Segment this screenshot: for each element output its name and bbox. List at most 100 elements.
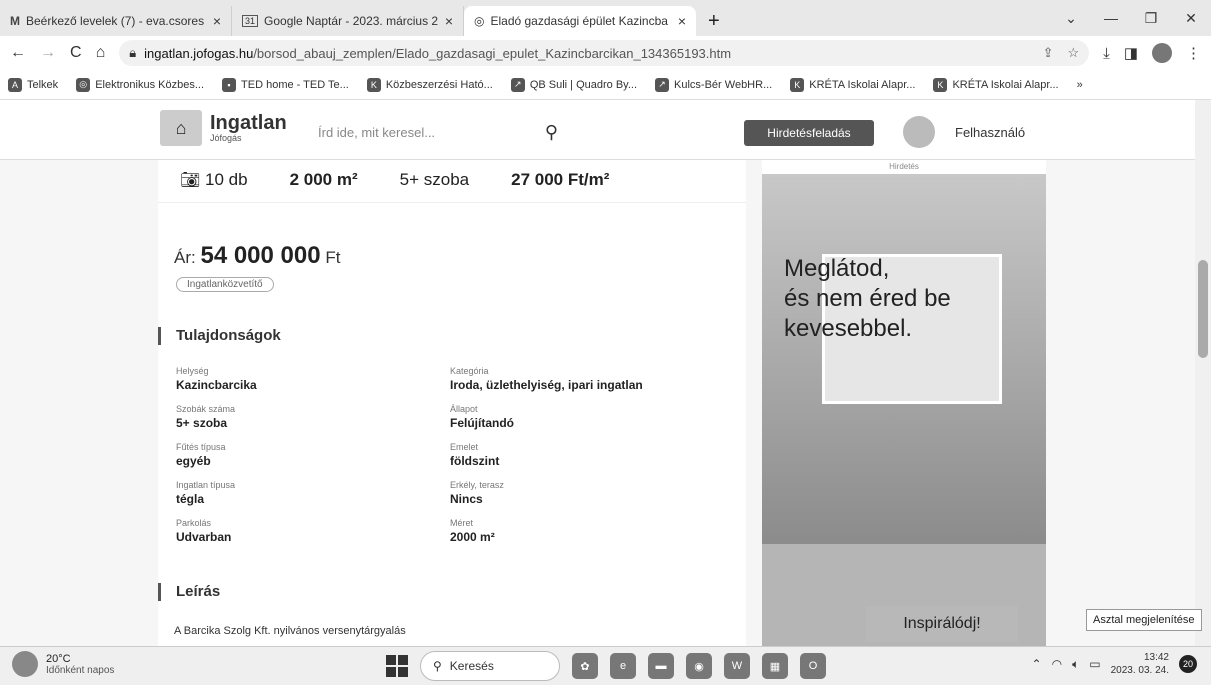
property-item: Szobák száma 5+ szoba: [176, 404, 236, 430]
bookmark-icon: K: [790, 77, 805, 92]
chevron-down-icon[interactable]: ⌄: [1051, 10, 1091, 27]
file-explorer-icon[interactable]: ▬: [648, 653, 674, 679]
page-content: ⌂ Ingatlan Jófogás Írd ide, mit keresel.…: [0, 100, 1211, 646]
weather-icon: [12, 651, 38, 677]
restore-button[interactable]: ❐: [1131, 10, 1171, 27]
description-text: A Barcika Szolg Kft. nyilvános versenytá…: [174, 625, 406, 637]
bookmark-icon: ▪: [222, 77, 237, 92]
window-controls: ⌄ — ❐ ✕: [1051, 0, 1211, 36]
back-icon[interactable]: ←: [10, 44, 26, 62]
listing-panel: 📷︎ 10 db 2 000 m² 5+ szoba 27 000 Ft/m² …: [158, 160, 746, 646]
site-logo[interactable]: ⌂ Ingatlan Jófogás: [160, 110, 287, 146]
bookmark-item[interactable]: ▪ TED home - TED Te...: [222, 77, 349, 92]
temperature: 20°C: [46, 652, 71, 665]
wifi-icon[interactable]: ◠: [1052, 657, 1062, 671]
property-item: Emelet földszint: [450, 442, 500, 468]
close-icon[interactable]: ×: [678, 13, 686, 29]
site-icon: ◎: [474, 14, 485, 28]
close-icon[interactable]: ×: [445, 13, 453, 29]
site-search[interactable]: Írd ide, mit keresel... ⚲: [318, 118, 558, 146]
clock[interactable]: 13:42 2023. 03. 24.: [1111, 651, 1169, 677]
tab-title: Eladó gazdasági épület Kazincba: [490, 14, 668, 28]
new-tab-button[interactable]: +: [696, 6, 732, 36]
taskbar-center: ⚲ Keresés ✿ e ▬ ◉ W ▦ O: [386, 651, 826, 681]
tab-title: Google Naptár - 2023. március 2: [264, 14, 439, 28]
price-currency: Ft: [325, 248, 341, 267]
address-bar: ← → C ⌂ 🔒︎ ingatlan.jofogas.hu/borsod_ab…: [0, 36, 1211, 70]
bookmark-icon: K: [933, 77, 948, 92]
property-item: Méret 2000 m²: [450, 518, 495, 544]
photo-count[interactable]: 📷︎ 10 db: [180, 170, 248, 190]
property-item: Erkély, terasz Nincs: [450, 480, 504, 506]
page-scrollbar[interactable]: [1195, 100, 1211, 646]
property-item: Kategória Iroda, üzlethelyiség, ipari ing…: [450, 366, 643, 392]
edge-icon[interactable]: e: [610, 653, 636, 679]
bookmark-icon: ↗: [655, 77, 670, 92]
bookmark-item[interactable]: A Telkek: [8, 77, 58, 92]
url-field[interactable]: 🔒︎ ingatlan.jofogas.hu/borsod_abauj_zemp…: [119, 40, 1090, 66]
area-stat: 2 000 m²: [289, 170, 358, 189]
weather-widget[interactable]: 20°C Időnként napos: [12, 651, 114, 677]
notification-badge[interactable]: 20: [1179, 655, 1197, 673]
star-icon[interactable]: ☆: [1068, 45, 1080, 61]
user-avatar: [903, 116, 935, 148]
property-item: Parkolás Udvarban: [176, 518, 232, 544]
url-host: ingatlan.jofogas.hu: [144, 45, 254, 61]
share-icon[interactable]: ⇪: [1043, 45, 1054, 61]
agent-badge: Ingatlanközvetítő: [176, 277, 274, 292]
system-tray: ⌃ ◠ 🔈︎ ▭ 13:42 2023. 03. 24. 20: [1032, 651, 1197, 677]
listing-stats: 📷︎ 10 db 2 000 m² 5+ szoba 27 000 Ft/m²: [158, 160, 746, 203]
bookmark-item[interactable]: ◎ Elektronikus Közbes...: [76, 77, 204, 92]
profile-avatar[interactable]: [1152, 43, 1172, 63]
chrome-icon[interactable]: ◉: [686, 653, 712, 679]
sidepanel-icon[interactable]: ◨: [1124, 44, 1138, 62]
widgets-icon[interactable]: ✿: [572, 653, 598, 679]
tab-gmail[interactable]: M Beérkező levelek (7) - eva.csores ×: [0, 6, 232, 36]
post-ad-button[interactable]: Hirdetésfeladás: [744, 120, 874, 146]
browser-tools: ⤓ ◨ ⋮: [1103, 43, 1201, 63]
gmail-icon: M: [10, 14, 20, 28]
bookmark-item[interactable]: ↗ QB Suli | Quadro By...: [510, 77, 637, 92]
camera-icon: 📷︎: [180, 172, 201, 189]
properties-title: Tulajdonságok: [158, 327, 281, 345]
search-icon[interactable]: ⚲: [545, 122, 558, 143]
minimize-button[interactable]: —: [1091, 10, 1131, 26]
lock-icon[interactable]: 🔒︎: [129, 45, 136, 61]
description-title: Leírás: [158, 583, 220, 601]
battery-icon[interactable]: ▭: [1089, 657, 1100, 671]
bookmark-item[interactable]: ↗ Kulcs-Bér WebHR...: [655, 77, 772, 92]
ad-headline: Meglátod, és nem éred be kevesebbel.: [784, 255, 951, 342]
search-input[interactable]: Írd ide, mit keresel...: [318, 125, 537, 140]
forward-icon[interactable]: →: [40, 44, 56, 62]
reload-icon[interactable]: C: [70, 44, 82, 62]
tab-calendar[interactable]: 31 Google Naptár - 2023. március 2 ×: [232, 6, 464, 36]
scrollbar-thumb[interactable]: [1198, 260, 1208, 358]
bookmark-item[interactable]: K KRÉTA Iskolai Alapr...: [790, 77, 915, 92]
chevron-up-icon[interactable]: ⌃: [1032, 657, 1042, 671]
ad-image[interactable]: Meglátod, és nem éred be kevesebbel. Ins…: [762, 174, 1046, 646]
property-item: Fűtés típusa egyéb: [176, 442, 226, 468]
site-header: ⌂ Ingatlan Jófogás Írd ide, mit keresel.…: [0, 100, 1195, 160]
taskbar: 20°C Időnként napos ⚲ Keresés ✿ e ▬ ◉ W …: [0, 646, 1211, 685]
ad-label: Hirdetés: [889, 162, 919, 171]
tab-listing[interactable]: ◎ Eladó gazdasági épület Kazincba ×: [464, 6, 696, 36]
close-icon[interactable]: ×: [213, 13, 221, 29]
ad-cta-button[interactable]: Inspirálódj!: [866, 606, 1018, 642]
volume-icon[interactable]: 🔈︎: [1072, 657, 1079, 672]
close-window-button[interactable]: ✕: [1171, 10, 1211, 27]
menu-icon[interactable]: ⋮: [1186, 44, 1201, 62]
bookmarks-bar: A Telkek ◎ Elektronikus Közbes... ▪ TED hom…: [0, 70, 1211, 100]
taskbar-search[interactable]: ⚲ Keresés: [420, 651, 560, 681]
advertisement[interactable]: Hirdetés Meglátod, és nem éred be kevese…: [762, 160, 1046, 646]
outlook-icon[interactable]: O: [800, 653, 826, 679]
bookmarks-more[interactable]: »: [1077, 79, 1083, 91]
home-icon[interactable]: ⌂: [96, 44, 106, 62]
user-menu[interactable]: Felhasználó: [903, 116, 1025, 148]
bookmark-item[interactable]: K Közbeszerzési Ható...: [366, 77, 493, 92]
download-icon[interactable]: ⤓: [1103, 45, 1110, 62]
start-icon[interactable]: [386, 655, 408, 677]
taskbar-app-icon[interactable]: ▦: [762, 653, 788, 679]
word-icon[interactable]: W: [724, 653, 750, 679]
property-item: Állapot Felújítandó: [450, 404, 514, 430]
bookmark-item[interactable]: K KRÉTA Iskolai Alapr...: [933, 77, 1059, 92]
